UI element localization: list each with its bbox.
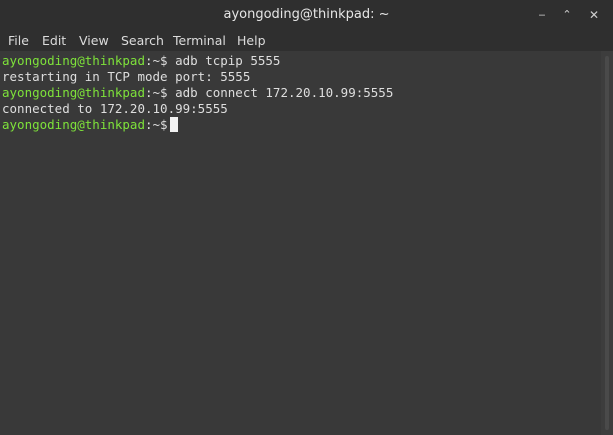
prompt-path: :~$ bbox=[145, 117, 168, 132]
menu-help[interactable]: Help bbox=[237, 33, 266, 48]
menu-view[interactable]: View bbox=[79, 33, 109, 48]
window-title: ayongoding@thinkpad: ~ bbox=[223, 7, 390, 22]
menu-search[interactable]: Search bbox=[121, 33, 164, 48]
prompt-user: ayongoding@thinkpad bbox=[2, 117, 145, 132]
output-text: connected to 172.20.10.99:5555 bbox=[2, 101, 228, 116]
prompt-path: :~$ bbox=[145, 85, 168, 100]
scrollbar-thumb[interactable] bbox=[605, 56, 609, 430]
text-cursor bbox=[169, 117, 178, 132]
minimize-button[interactable]: ‒ bbox=[533, 6, 551, 24]
terminal-line-5[interactable]: ayongoding@thinkpad:~$ bbox=[2, 117, 178, 133]
maximize-button[interactable]: ⌃ bbox=[558, 6, 576, 24]
terminal-line-3: ayongoding@thinkpad:~$ adb connect 172.2… bbox=[2, 85, 393, 101]
output-text: restarting in TCP mode port: 5555 bbox=[2, 69, 251, 84]
prompt-path: :~$ bbox=[145, 53, 168, 68]
title-bar[interactable]: ayongoding@thinkpad: ~ ‒ ⌃ ✕ bbox=[0, 0, 613, 30]
terminal-line-1: ayongoding@thinkpad:~$ adb tcpip 5555 bbox=[2, 53, 280, 69]
prompt-user: ayongoding@thinkpad bbox=[2, 85, 145, 100]
menu-file[interactable]: File bbox=[8, 33, 29, 48]
terminal-line-2: restarting in TCP mode port: 5555 bbox=[2, 69, 250, 85]
terminal-line-4: connected to 172.20.10.99:5555 bbox=[2, 101, 228, 117]
terminal-window: ayongoding@thinkpad: ~ ‒ ⌃ ✕ File Edit V… bbox=[0, 0, 613, 435]
command-text: adb connect 172.20.10.99:5555 bbox=[167, 85, 394, 100]
menu-terminal[interactable]: Terminal bbox=[173, 33, 226, 48]
prompt-user: ayongoding@thinkpad bbox=[2, 53, 145, 68]
menu-bar: File Edit View Search Terminal Help bbox=[0, 30, 613, 51]
close-button[interactable]: ✕ bbox=[585, 6, 603, 24]
menu-edit[interactable]: Edit bbox=[42, 33, 66, 48]
command-text: adb tcpip 5555 bbox=[167, 53, 281, 68]
